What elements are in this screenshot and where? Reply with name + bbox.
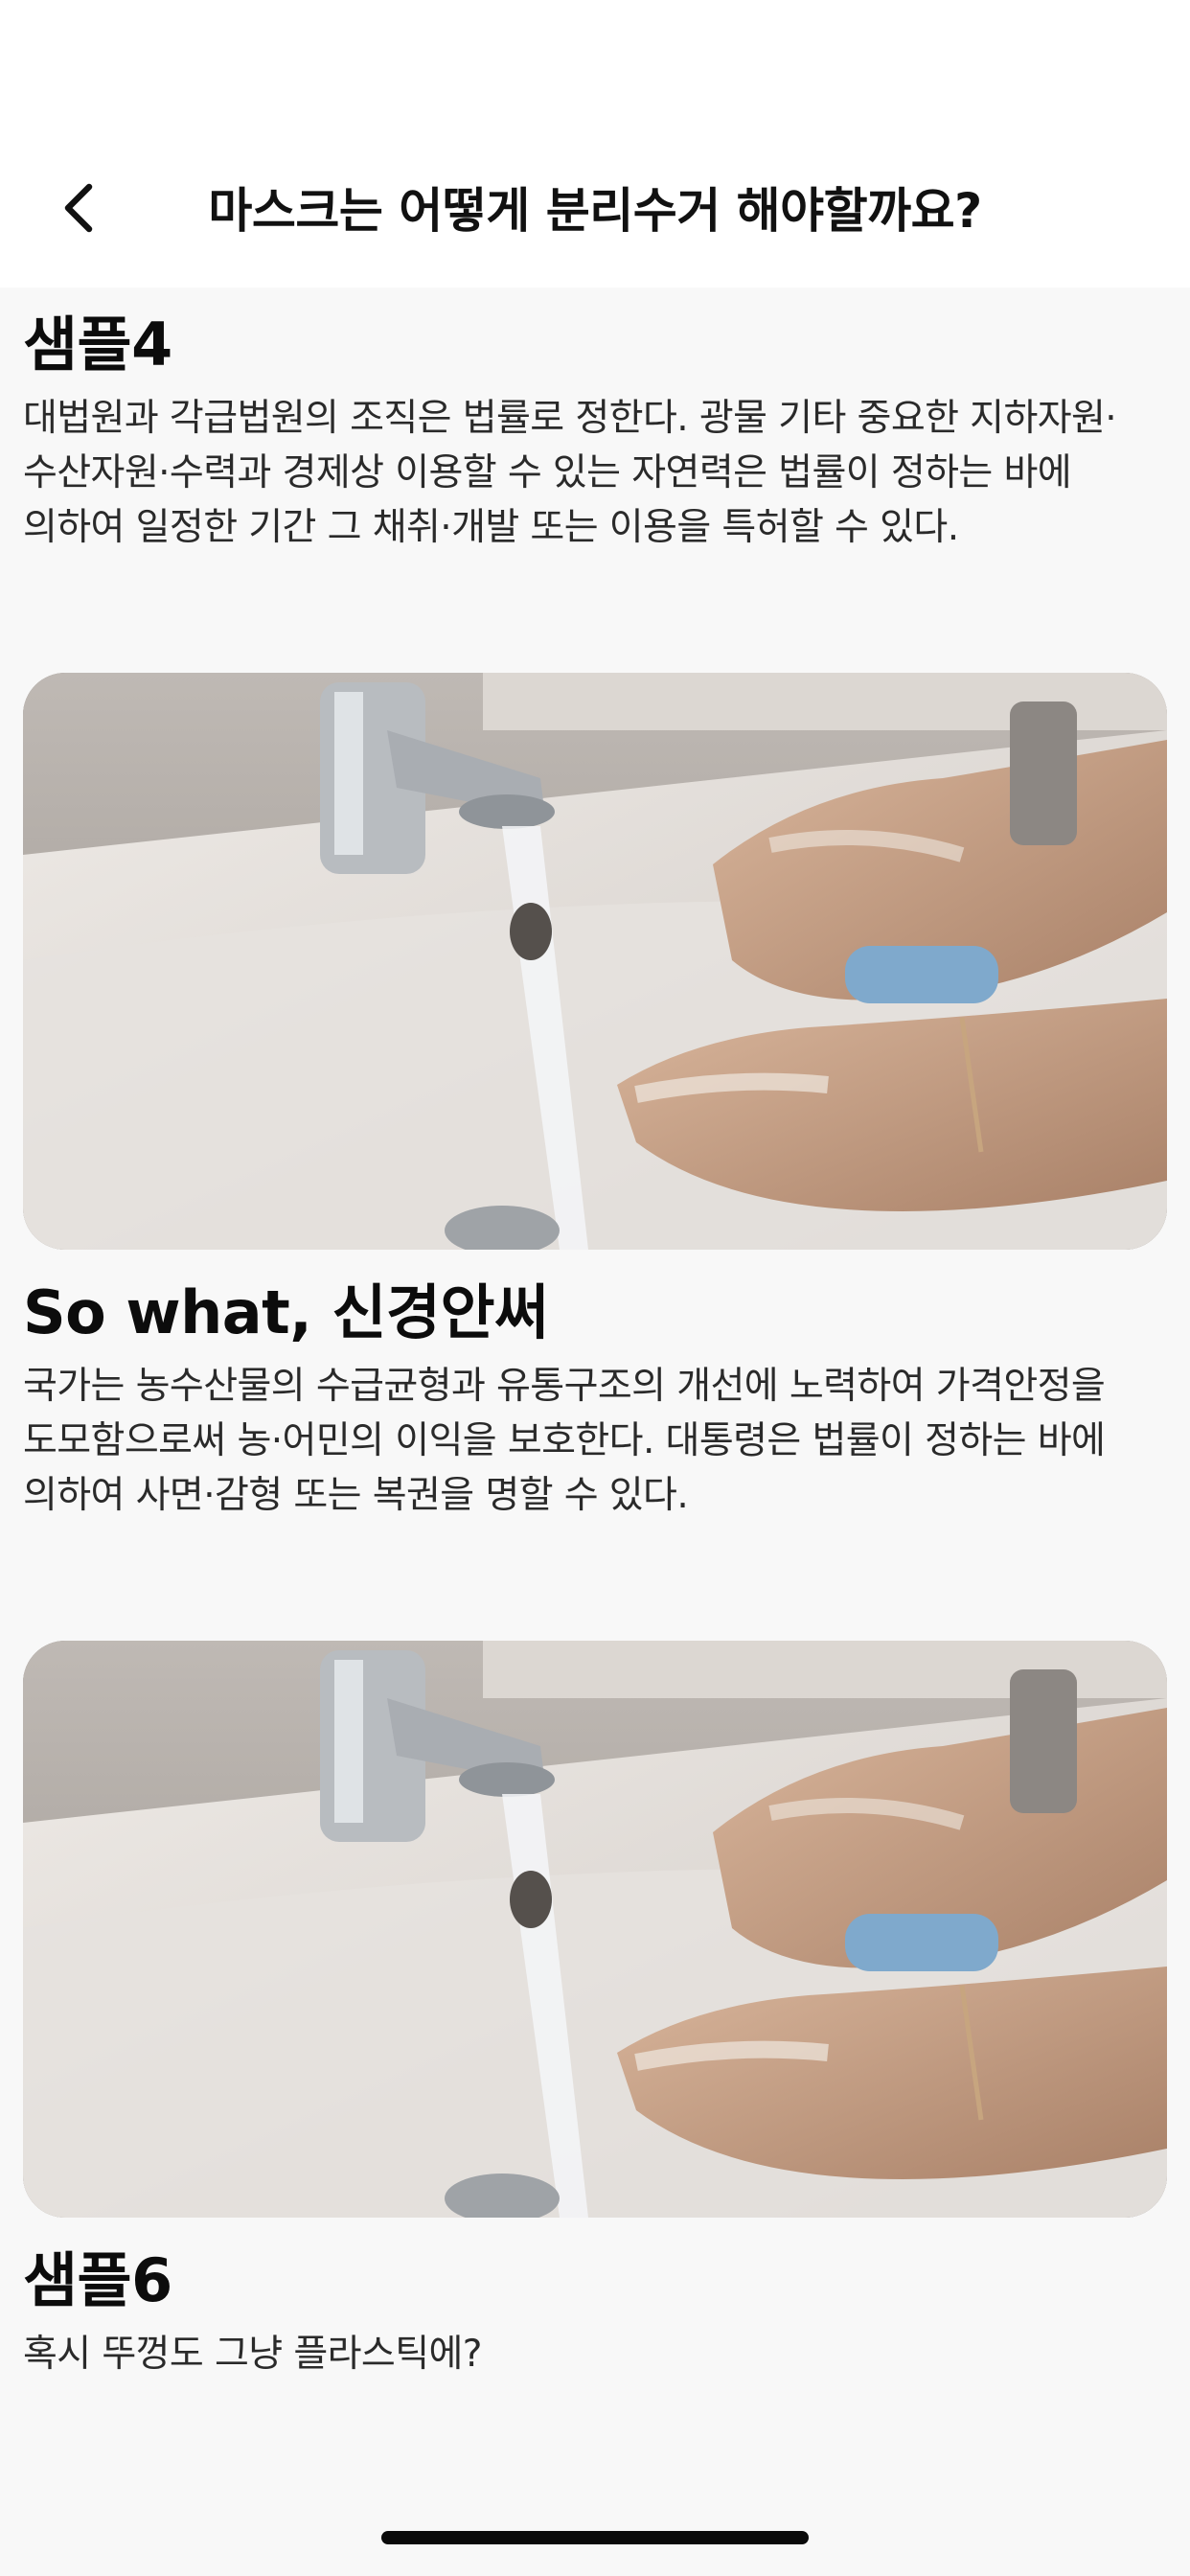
- section-body: 혹시 뚜껑도 그냥 플라스틱에?: [23, 2333, 482, 2376]
- article-section: 샘플6 혹시 뚜껑도 그냥 플라스틱에?: [23, 2241, 1167, 2381]
- home-indicator: [381, 2531, 809, 2544]
- section-title: 샘플4: [23, 310, 172, 380]
- section-body: 국가는 농수산물의 수급균형과 유통구조의 개선에 노력하여 가격안정을 도모함…: [23, 1365, 1106, 1517]
- article-section: So what, 신경안써 국가는 농수산물의 수급균형과 유통구조의 개선에 …: [23, 1273, 1167, 1523]
- page-title: 마스크는 어떻게 분리수거 해야할까요?: [208, 183, 982, 239]
- status-bar: [0, 0, 1190, 126]
- article-section: 샘플4 대법원과 각급법원의 조직은 법률로 정한다. 광물 기타 중요한 지하…: [23, 305, 1167, 555]
- section-body: 대법원과 각급법원의 조직은 법률로 정한다. 광물 기타 중요한 지하자원·수…: [23, 397, 1117, 549]
- washing-hands-photo: [23, 1641, 1167, 2218]
- section-title: So what, 신경안써: [23, 1277, 549, 1347]
- navigation-bar: 마스크는 어떻게 분리수거 해야할까요?: [0, 126, 1190, 288]
- section-title: 샘플6: [23, 2245, 172, 2315]
- washing-hands-photo: [23, 673, 1167, 1250]
